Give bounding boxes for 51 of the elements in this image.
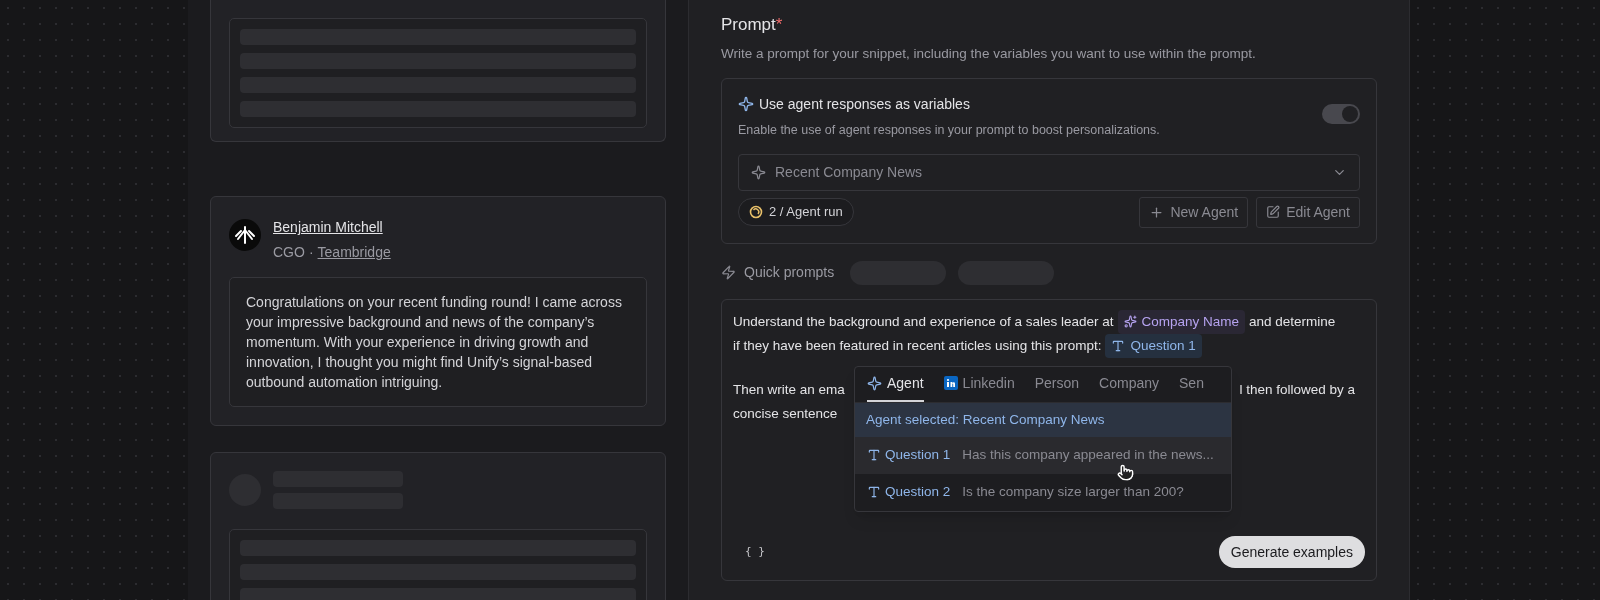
hand-cursor-icon bbox=[1117, 463, 1134, 481]
separator-dot: · bbox=[308, 243, 314, 262]
new-agent-button[interactable]: New Agent bbox=[1139, 196, 1249, 228]
agent-select[interactable]: Recent Company News bbox=[738, 153, 1360, 191]
agent-panel-description: Enable the use of agent responses in your prompt to boost personalizations. bbox=[738, 121, 1160, 139]
text-type-icon bbox=[867, 485, 881, 499]
question-variable-tag[interactable]: Question 1 bbox=[1105, 333, 1202, 358]
variable-braces-button[interactable]: { } bbox=[745, 539, 765, 564]
prompt-text: l then followed by a bbox=[1239, 380, 1355, 399]
prompt-text: and determine bbox=[1249, 312, 1336, 331]
text-type-icon bbox=[1111, 338, 1126, 353]
sparkle-icon bbox=[751, 164, 766, 180]
toggle-switch[interactable] bbox=[1322, 103, 1360, 124]
question-label: Question 2 bbox=[867, 480, 951, 504]
pencil-icon bbox=[1266, 205, 1281, 219]
company-logo-icon bbox=[229, 219, 261, 251]
prompt-text: if they have been featured in recent articles using this prompt: bbox=[733, 336, 1102, 355]
text-type-icon bbox=[867, 448, 881, 462]
usage-badge: 2 / Agent run bbox=[738, 198, 854, 226]
linkedin-icon bbox=[943, 376, 958, 390]
sparkles-icon bbox=[1123, 315, 1137, 328]
menu-tab[interactable]: Person bbox=[1034, 366, 1080, 402]
question-text: Has this company appeared in the news... bbox=[962, 447, 1214, 463]
agent-selected-header: Agent selected: Recent Company News bbox=[855, 402, 1231, 437]
generate-examples-button[interactable]: Generate examples bbox=[1218, 535, 1365, 568]
lightning-icon bbox=[721, 265, 736, 280]
question-menu-item[interactable]: Question 2 Is the company size larger than 200? bbox=[855, 473, 1231, 511]
prompt-text: Then write an ema bbox=[733, 380, 845, 399]
menu-tab[interactable]: Agent bbox=[867, 366, 924, 402]
menu-tab[interactable]: Company bbox=[1099, 366, 1160, 402]
question-label: Question 1 bbox=[867, 443, 951, 467]
person-name-link[interactable]: Benjamin Mitchell bbox=[273, 217, 391, 238]
agent-panel-title: Use agent responses as variables bbox=[759, 94, 970, 114]
coin-icon bbox=[749, 205, 763, 219]
plus-icon bbox=[1149, 204, 1165, 220]
job-title: CGO bbox=[273, 243, 305, 262]
prompt-heading: Prompt* bbox=[721, 14, 784, 36]
prompt-text: concise sentence bbox=[733, 404, 838, 423]
menu-tab[interactable]: Sen bbox=[1179, 366, 1204, 402]
message-text: Congratulations on your recent funding round! I came across your impressive background and news of the company’s momentum. With your experience in driving growth and innovation, I thought you might find Unify’s signal-based outbound automation intriguing. bbox=[246, 293, 623, 392]
company-variable-tag[interactable]: Company Name bbox=[1117, 309, 1246, 334]
prompt-description: Write a prompt for your snippet, including the variables you want to use within the prompt. bbox=[721, 44, 1257, 63]
question-text: Is the company size larger than 200? bbox=[962, 484, 1184, 500]
edit-agent-button[interactable]: Edit Agent bbox=[1256, 196, 1360, 228]
menu-tab[interactable]: Linkedin bbox=[943, 366, 1015, 402]
company-link[interactable]: Teambridge bbox=[317, 242, 391, 263]
prompt-editor[interactable] bbox=[721, 298, 1377, 581]
quick-prompts-label: Quick prompts bbox=[744, 263, 835, 282]
prompt-text: Understand the background and experience of a sales leader at bbox=[733, 312, 1114, 331]
sparkle-icon bbox=[867, 375, 882, 391]
sparkle-icon bbox=[738, 96, 754, 113]
